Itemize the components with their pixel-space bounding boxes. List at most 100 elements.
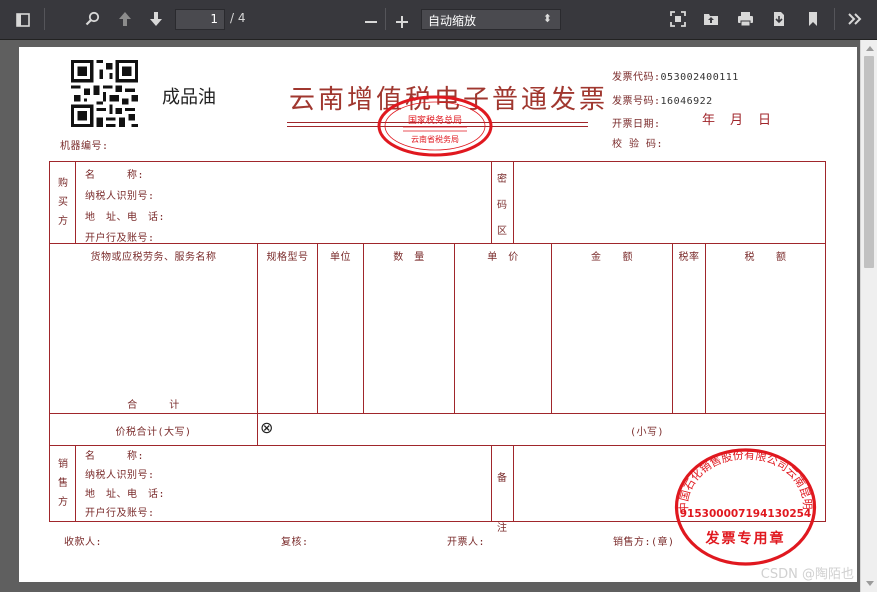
cipher-side-label: 密 码 区 [495, 167, 509, 245]
date-month: 月 [730, 113, 744, 128]
cipher-side-char: 密 [497, 174, 507, 185]
buyer-side-char: 方 [58, 216, 68, 227]
seller-side-label: 销 售 方 [56, 455, 70, 512]
page-number-input[interactable]: 1 [175, 9, 225, 30]
product-type-label: 成品油 [162, 87, 216, 108]
buyer-side-char: 购 [58, 178, 68, 189]
qr-code [71, 60, 138, 127]
seller-side-char: 售 [58, 478, 68, 489]
col-header-qty: 数 量 [393, 252, 425, 263]
print-icon[interactable] [737, 11, 754, 27]
scroll-down-icon[interactable] [866, 581, 874, 586]
col-header-item: 货物或应税劳务、服务名称 [90, 252, 217, 263]
fullscreen-icon[interactable] [670, 11, 686, 27]
payee-label: 收款人: [64, 537, 103, 548]
seal-tax-text: 国家税务总局 [407, 116, 462, 126]
arrow-up-icon[interactable] [117, 11, 133, 27]
cipher-side-char: 码 [497, 200, 507, 211]
toolbar-separator [44, 8, 45, 30]
invoice-date: 开票日期: 年 月 日 [612, 112, 771, 131]
csdn-watermark: CSDN @陶陌也 [760, 567, 854, 582]
arrow-down-icon[interactable] [148, 11, 164, 27]
seller-side-char: 销 [58, 459, 68, 470]
buyer-fields: 名 称: 纳税人识别号: 地 址、电 话: 开户行及账号: [85, 165, 165, 249]
number-label: 发票号码: [612, 96, 661, 107]
col-divider [75, 445, 76, 521]
col-header-rate: 税率 [678, 252, 700, 263]
more-tools-icon[interactable] [847, 11, 863, 27]
minus-icon[interactable] [365, 13, 377, 25]
col-divider [513, 445, 514, 521]
code-value: 053002400111 [660, 72, 739, 83]
search-icon[interactable] [85, 11, 101, 27]
invoice-code: 发票代码:053002400111 [612, 65, 739, 84]
reviewer-label: 复核: [281, 537, 309, 548]
row-divider [50, 445, 825, 446]
seller-side-char: 方 [58, 497, 68, 508]
toolbar-separator [385, 8, 386, 30]
cipher-side-char: 区 [497, 226, 507, 237]
tax-bureau-seal: 国家税务总局 云南省税务局 [375, 94, 495, 159]
total-words-label: 价税合计(大写) [115, 427, 192, 438]
subtotal-label: 合 计 [127, 400, 180, 411]
seller-taxid-label: 纳税人识别号: [85, 470, 155, 481]
remark-side-char: 备 [497, 473, 507, 484]
buyer-address-label: 地 址、电 话: [85, 212, 166, 223]
invoice-number: 发票号码:16046922 [612, 89, 713, 108]
col-header-unit: 单位 [330, 252, 351, 263]
open-file-icon[interactable] [703, 11, 719, 27]
seller-address-label: 地 址、电 话: [85, 489, 166, 500]
seller-bank-label: 开户行及账号: [85, 508, 155, 519]
col-divider [513, 162, 514, 243]
col-divider [257, 243, 258, 445]
col-divider [491, 162, 492, 243]
col-divider [454, 243, 455, 413]
col-header-price: 单 价 [487, 252, 519, 263]
page-count: / 4 [230, 11, 246, 25]
pdf-page: 成品油 云南增值税电子普通发票 国家税务总局 云南省税务局 机器编号: 发票代码… [19, 47, 857, 582]
col-header-tax: 税 额 [744, 252, 787, 263]
scroll-up-icon[interactable] [866, 46, 874, 51]
col-divider [75, 162, 76, 243]
drawer-label: 开票人: [447, 537, 486, 548]
plus-icon[interactable] [396, 13, 408, 28]
bookmark-icon[interactable] [807, 11, 819, 27]
remark-side-label: 备 注 [495, 454, 509, 554]
seal-seller-caption: 发票专用章 [705, 531, 786, 547]
col-header-spec: 规格型号 [266, 252, 309, 263]
svg-text:中国石化销售股份有限公司云南昆明石油分公司: 中国石化销售股份有限公司云南昆明石油分公司 [674, 447, 814, 513]
col-divider [491, 445, 492, 521]
chevron-updown-icon: ⬍ [542, 12, 552, 25]
seal-seller-id: 915300007194130254 [679, 508, 812, 520]
date-year: 年 [702, 113, 716, 128]
row-divider [50, 413, 825, 414]
buyer-name-label: 名 称: [85, 170, 145, 181]
col-divider [317, 243, 318, 413]
buyer-side-label: 购 买 方 [56, 174, 70, 231]
buyer-bank-label: 开户行及账号: [85, 233, 155, 244]
col-divider [551, 243, 552, 413]
buyer-side-char: 买 [58, 197, 68, 208]
seller-name-label: 名 称: [85, 451, 145, 462]
check-code-label: 校 验 码: [612, 139, 664, 150]
col-header-amount: 金 额 [591, 252, 633, 263]
scrollbar-thumb[interactable] [864, 56, 874, 268]
col-divider [363, 243, 364, 413]
remark-side-char: 注 [497, 523, 507, 534]
row-divider [50, 243, 825, 244]
machine-no-label: 机器编号: [60, 141, 109, 152]
pdf-toolbar: 1 / 4 自动缩放 ⬍ [0, 0, 877, 40]
seller-invoice-seal: 中国石化销售股份有限公司云南昆明石油分公司 915300007194130254… [669, 436, 817, 567]
sidebar-toggle-icon[interactable] [16, 12, 30, 27]
download-icon[interactable] [771, 11, 787, 27]
seller-seal-label: 销售方:(章) [613, 537, 675, 548]
vertical-scrollbar[interactable] [860, 40, 877, 592]
col-divider [672, 243, 673, 413]
zoom-value: 自动缩放 [428, 14, 477, 28]
toolbar-separator [834, 8, 835, 30]
date-label: 开票日期: [612, 119, 661, 130]
date-day: 日 [758, 113, 772, 128]
number-value: 16046922 [660, 96, 713, 107]
zoom-select[interactable]: 自动缩放 ⬍ [421, 9, 561, 30]
seller-fields: 名 称: 纳税人识别号: 地 址、电 话: 开户行及账号: [85, 447, 165, 523]
